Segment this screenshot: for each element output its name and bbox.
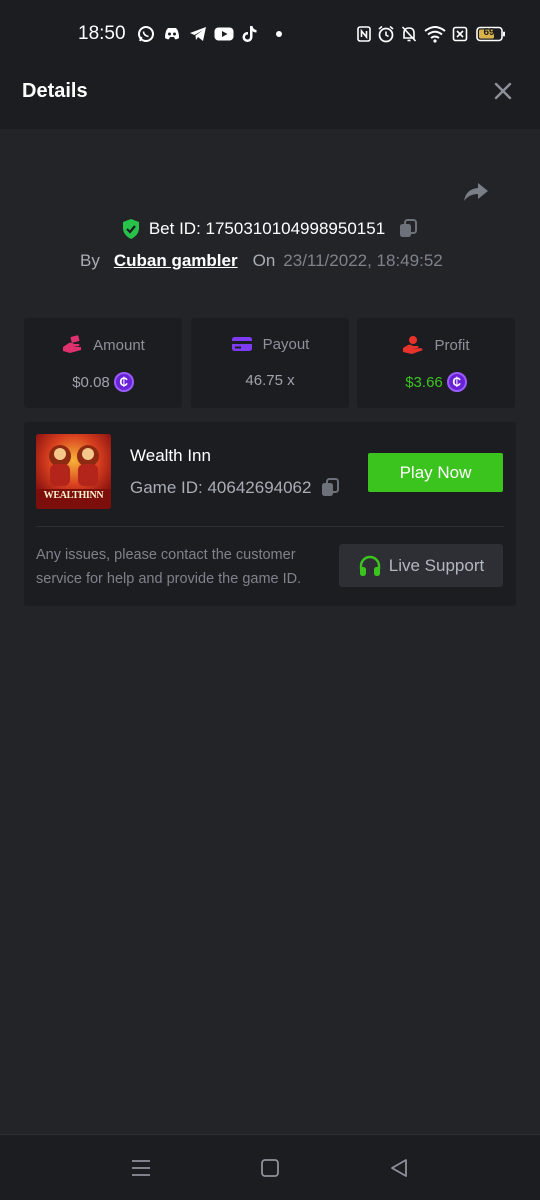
- stat-value-profit: $3.66: [405, 373, 443, 391]
- whatsapp-icon: [138, 26, 154, 42]
- live-support-button[interactable]: Live Support: [339, 544, 503, 587]
- header: Details: [0, 56, 540, 129]
- bet-hand-icon: [63, 335, 82, 353]
- game-id-row: Game ID: 40642694062: [130, 477, 341, 499]
- dot-icon: [276, 31, 282, 37]
- stat-card-profit: Profit $3.66 ₵: [357, 318, 515, 408]
- discord-icon: [165, 28, 179, 40]
- stat-label-amount: Amount: [93, 336, 145, 354]
- stat-label-profit: Profit: [434, 336, 470, 354]
- telegram-icon: [190, 27, 206, 41]
- battery-level: 69: [483, 27, 495, 38]
- copy-icon[interactable]: [397, 218, 419, 240]
- coin-icon: ₵: [113, 372, 134, 392]
- sim-off-icon: [452, 26, 468, 42]
- live-support-label: Live Support: [388, 555, 485, 575]
- share-icon[interactable]: [462, 180, 490, 204]
- shield-check-icon: [122, 219, 139, 239]
- username-link[interactable]: Cuban gambler: [114, 251, 238, 271]
- bet-id-row: Bet ID: 1750310104998950151: [0, 215, 540, 243]
- game-thumbnail-title: WEALTHINN: [43, 490, 104, 501]
- bell-muted-icon: [401, 26, 417, 42]
- card-icon: [231, 337, 252, 351]
- bet-meta: By Cuban gambler On 23/11/2022, 18:49:52: [80, 250, 443, 272]
- game-name: Wealth Inn: [130, 446, 211, 465]
- status-bar: 18:50 69: [0, 0, 540, 56]
- wifi-icon: [424, 26, 446, 43]
- tiktok-icon: [242, 26, 257, 42]
- copy-icon[interactable]: [319, 477, 341, 499]
- profit-hand-icon: [403, 336, 424, 354]
- stat-value-payout: 46.75 x: [245, 372, 295, 389]
- issues-text: Any issues, please contact the customer …: [36, 547, 302, 587]
- bet-datetime: 23/11/2022, 18:49:52: [283, 251, 443, 270]
- headset-icon: [359, 555, 380, 576]
- home-icon[interactable]: [259, 1157, 281, 1179]
- stat-value-amount: $0.08: [72, 373, 110, 391]
- divider: [36, 526, 504, 527]
- stat-label-payout: Payout: [262, 335, 310, 353]
- menu-icon[interactable]: [130, 1157, 152, 1179]
- battery-icon: 69: [476, 25, 506, 43]
- stat-card-amount: Amount $0.08 ₵: [24, 318, 182, 408]
- status-time: 18:50: [78, 23, 126, 44]
- system-nav-bar: [0, 1134, 540, 1200]
- alarm-icon: [378, 25, 394, 43]
- page-title: Details: [22, 80, 88, 102]
- stat-card-payout: Payout 46.75 x: [191, 318, 349, 408]
- bet-id: Bet ID: 1750310104998950151: [148, 219, 386, 238]
- back-icon[interactable]: [388, 1157, 410, 1179]
- game-card: WEALTHINN Wealth Inn Game ID: 4064269406…: [24, 422, 516, 606]
- close-icon[interactable]: [492, 80, 514, 102]
- game-id: Game ID: 40642694062: [130, 478, 312, 497]
- on-label: On: [252, 251, 276, 270]
- coin-icon: ₵: [446, 372, 467, 392]
- youtube-icon: [214, 27, 234, 41]
- nfc-icon: [357, 26, 371, 42]
- by-label: By: [80, 251, 100, 270]
- game-thumbnail[interactable]: WEALTHINN: [36, 434, 111, 509]
- play-now-button[interactable]: Play Now: [368, 453, 503, 492]
